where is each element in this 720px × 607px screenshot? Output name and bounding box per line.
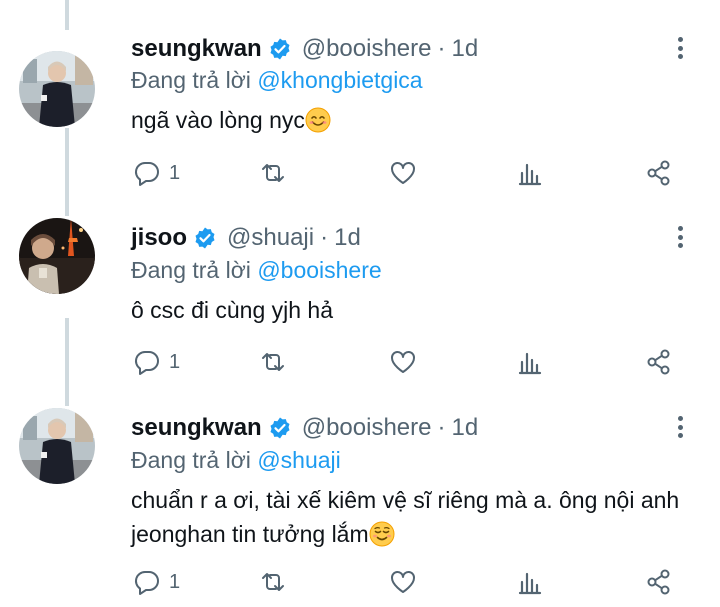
share-button[interactable] bbox=[645, 156, 673, 190]
smiling-face-emoji-icon bbox=[305, 107, 331, 133]
relieved-face-emoji-icon bbox=[369, 521, 395, 547]
reply-context: Đang trả lời @booishere bbox=[131, 257, 382, 284]
retweet-icon bbox=[262, 164, 284, 182]
tweet-actions: 1 bbox=[131, 565, 691, 599]
tweet-header: seungkwan @booishere · 1d bbox=[131, 32, 478, 66]
handle[interactable]: @booishere bbox=[302, 35, 432, 63]
analytics-button[interactable] bbox=[517, 565, 545, 599]
separator: · bbox=[320, 224, 329, 251]
tweet-header: jisoo @shuaji · 1d bbox=[131, 221, 361, 255]
display-name[interactable]: seungkwan bbox=[131, 35, 262, 63]
analytics-icon bbox=[518, 163, 542, 186]
avatar-image bbox=[19, 408, 95, 484]
display-name[interactable]: jisoo bbox=[131, 224, 187, 252]
reply-prefix: Đang trả lời bbox=[131, 447, 251, 473]
retweet-icon bbox=[262, 353, 284, 371]
timestamp[interactable]: 1d bbox=[334, 224, 361, 252]
avatar[interactable] bbox=[19, 51, 95, 127]
tweet-text-content: ngã vào lòng nyc bbox=[131, 107, 305, 133]
more-vertical-icon[interactable] bbox=[668, 33, 692, 63]
timestamp[interactable]: 1d bbox=[451, 414, 478, 442]
avatar[interactable] bbox=[19, 218, 95, 294]
mention-link[interactable]: @booishere bbox=[257, 257, 381, 283]
like-icon bbox=[391, 351, 415, 373]
share-button[interactable] bbox=[645, 345, 673, 379]
avatar-image bbox=[19, 51, 95, 127]
timestamp[interactable]: 1d bbox=[451, 35, 478, 63]
retweet-button[interactable] bbox=[259, 156, 287, 190]
mention-link[interactable]: @khongbietgica bbox=[257, 67, 422, 93]
like-button[interactable] bbox=[389, 345, 417, 379]
tweet-text: ô csc đi cùng yjh hả bbox=[131, 293, 701, 327]
share-icon bbox=[647, 569, 670, 595]
more-vertical-icon[interactable] bbox=[668, 412, 692, 442]
reply-button[interactable]: 1 bbox=[133, 345, 180, 379]
reply-count: 1 bbox=[169, 161, 181, 184]
like-button[interactable] bbox=[389, 565, 417, 599]
tweet-text: chuẩn r a ơi, tài xế kiêm vệ sĩ riêng mà… bbox=[131, 483, 701, 551]
reply-icon bbox=[134, 161, 159, 186]
reply-button[interactable]: 1 bbox=[133, 156, 180, 190]
verified-badge-icon bbox=[270, 417, 290, 439]
tweet-text-content: chuẩn r a ơi, tài xế kiêm vệ sĩ riêng mà… bbox=[131, 487, 680, 547]
tweet-text-content: ô csc đi cùng yjh hả bbox=[131, 297, 334, 323]
reply-prefix: Đang trả lời bbox=[131, 67, 251, 93]
tweet-actions: 1 bbox=[131, 345, 691, 379]
tweet-header: seungkwan @booishere · 1d bbox=[131, 411, 478, 445]
reply-icon bbox=[134, 570, 159, 595]
retweet-button[interactable] bbox=[259, 565, 287, 599]
like-button[interactable] bbox=[389, 156, 417, 190]
separator: · bbox=[437, 35, 446, 62]
avatar[interactable] bbox=[19, 408, 95, 484]
share-icon bbox=[647, 349, 670, 375]
share-icon bbox=[647, 160, 670, 186]
handle[interactable]: @booishere bbox=[302, 414, 432, 442]
reply-button[interactable]: 1 bbox=[133, 565, 180, 599]
verified-badge-icon bbox=[195, 227, 215, 249]
retweet-button[interactable] bbox=[259, 345, 287, 379]
reply-count: 1 bbox=[169, 570, 181, 593]
tweet-3[interactable]: seungkwan @booishere · 1d Đang trả lời @… bbox=[0, 380, 720, 607]
separator: · bbox=[437, 414, 446, 441]
tweet-2[interactable]: jisoo @shuaji · 1d Đang trả lời @booishe… bbox=[0, 190, 720, 380]
reply-icon bbox=[134, 350, 159, 375]
more-vertical-icon[interactable] bbox=[668, 222, 692, 252]
reply-count: 1 bbox=[169, 350, 181, 373]
like-icon bbox=[391, 571, 415, 593]
analytics-button[interactable] bbox=[517, 156, 545, 190]
handle[interactable]: @shuaji bbox=[227, 224, 314, 252]
avatar-image bbox=[19, 218, 95, 294]
tweet-text: ngã vào lòng nyc bbox=[131, 103, 701, 137]
reply-prefix: Đang trả lời bbox=[131, 257, 251, 283]
retweet-icon bbox=[262, 573, 284, 591]
verified-badge-icon bbox=[270, 38, 290, 60]
tweet-1[interactable]: seungkwan @booishere · 1d Đang trả lời @… bbox=[0, 0, 720, 190]
mention-link[interactable]: @shuaji bbox=[257, 447, 340, 473]
analytics-icon bbox=[518, 572, 542, 595]
display-name[interactable]: seungkwan bbox=[131, 414, 262, 442]
share-button[interactable] bbox=[645, 565, 673, 599]
tweet-actions: 1 bbox=[131, 156, 691, 190]
analytics-button[interactable] bbox=[517, 345, 545, 379]
reply-context: Đang trả lời @shuaji bbox=[131, 447, 341, 474]
analytics-icon bbox=[518, 352, 542, 375]
like-icon bbox=[391, 162, 415, 184]
reply-context: Đang trả lời @khongbietgica bbox=[131, 67, 423, 94]
